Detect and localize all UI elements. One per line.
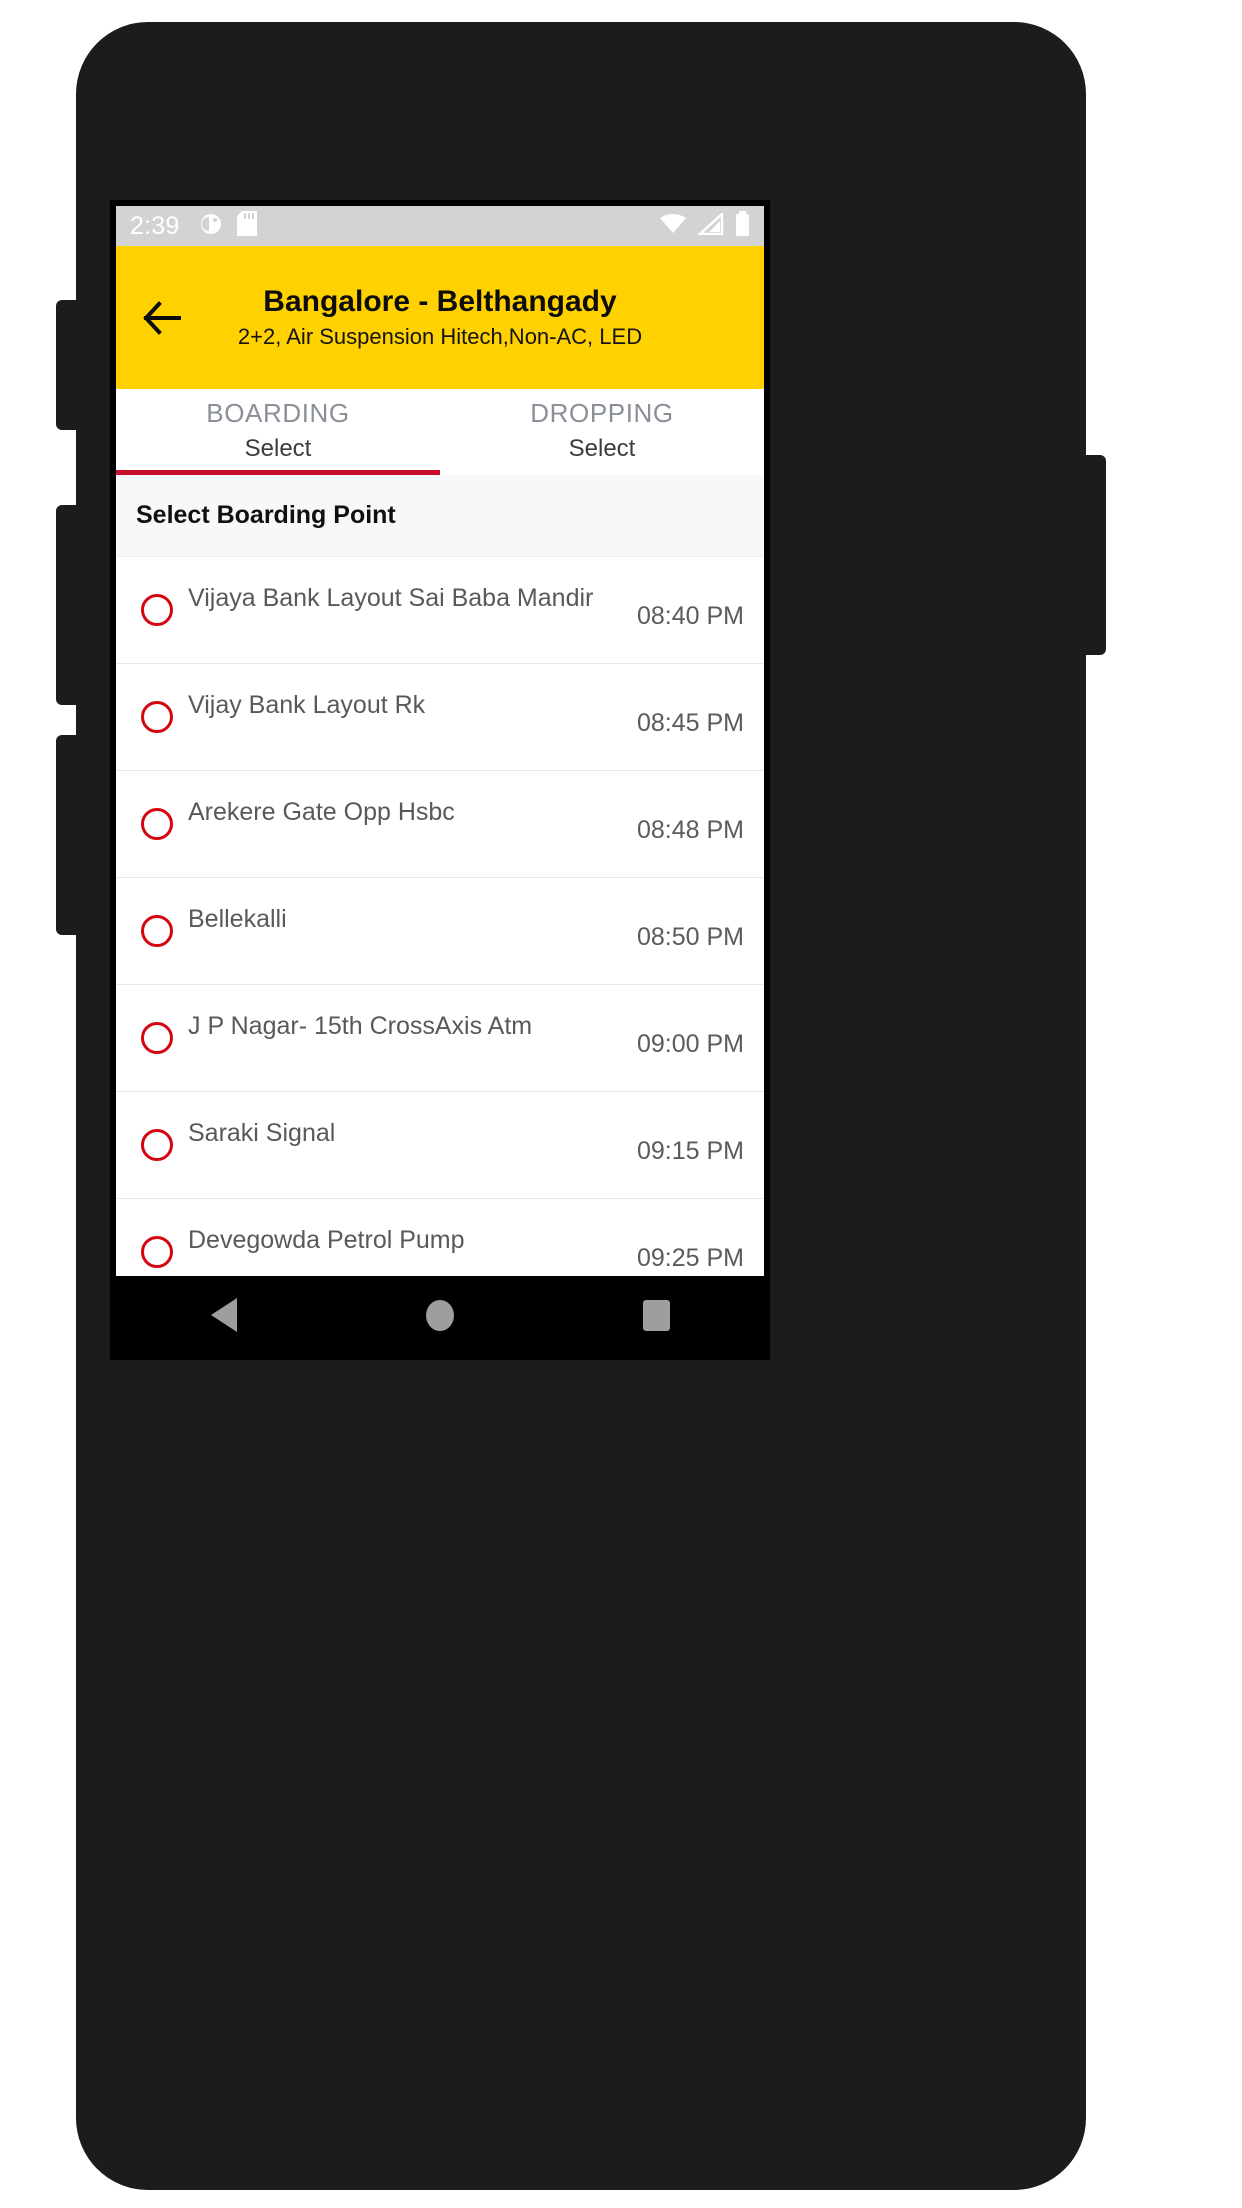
table-row[interactable]: Vijaya Bank Layout Sai Baba Mandir 08:40…: [116, 557, 764, 664]
phone-power-button[interactable]: [1080, 455, 1106, 655]
table-row[interactable]: Bellekalli 08:50 PM: [116, 878, 764, 985]
status-bar: 2:39: [116, 206, 764, 246]
tab-boarding[interactable]: BOARDING Select: [116, 389, 440, 475]
table-row[interactable]: J P Nagar- 15th CrossAxis Atm 09:00 PM: [116, 985, 764, 1092]
boarding-point-time: 08:50 PM: [636, 922, 744, 951]
tab-active-indicator: [116, 470, 440, 475]
back-button[interactable]: [140, 295, 186, 341]
wifi-icon: [659, 213, 687, 240]
nav-home-icon: [426, 1299, 454, 1331]
radio-button-icon[interactable]: [141, 701, 173, 733]
section-header: Select Boarding Point: [116, 475, 764, 557]
boarding-point-name: J P Nagar- 15th CrossAxis Atm: [188, 1011, 533, 1040]
status-bar-right-icons: [659, 210, 750, 241]
boarding-point-list: Vijaya Bank Layout Sai Baba Mandir 08:40…: [116, 557, 764, 1306]
phone-screen: 2:39 Bangalore - Belthangady 2+2, Air Su…: [110, 200, 770, 1360]
boarding-point-name: Vijaya Bank Layout Sai Baba Mandir: [188, 583, 594, 612]
radio-button-icon[interactable]: [141, 1129, 173, 1161]
boarding-point-name: Vijay Bank Layout Rk: [188, 690, 426, 719]
boarding-point-name: Saraki Signal: [188, 1118, 336, 1147]
tab-dropping-title: DROPPING: [530, 398, 674, 428]
table-row[interactable]: Saraki Signal 09:15 PM: [116, 1092, 764, 1199]
app-bar-titles: Bangalore - Belthangady 2+2, Air Suspens…: [116, 283, 764, 352]
nav-recents-icon: [642, 1299, 670, 1331]
boarding-point-time: 09:00 PM: [636, 1029, 744, 1058]
radio-button-icon[interactable]: [141, 594, 173, 626]
sd-card-icon: [237, 211, 258, 241]
boarding-point-name: Bellekalli: [188, 904, 287, 933]
boarding-point-time: 08:40 PM: [636, 601, 744, 630]
radio-button-icon[interactable]: [141, 808, 173, 840]
tab-bar: BOARDING Select DROPPING Select: [116, 389, 764, 475]
nav-back-icon: [211, 1298, 237, 1332]
tab-dropping[interactable]: DROPPING Select: [440, 389, 764, 475]
bus-type-subtitle: 2+2, Air Suspension Hitech,Non-AC, LED: [237, 324, 643, 350]
tab-boarding-title: BOARDING: [206, 398, 350, 428]
boarding-point-name: Devegowda Petrol Pump: [188, 1225, 465, 1254]
status-bar-left-icons: [199, 211, 258, 241]
page-title: Bangalore - Belthangady: [263, 284, 617, 318]
radio-button-icon[interactable]: [141, 915, 173, 947]
boarding-point-time: 08:45 PM: [636, 708, 744, 737]
battery-icon: [735, 211, 750, 241]
status-bar-clock: 2:39: [130, 211, 180, 240]
nav-back-button[interactable]: [184, 1285, 264, 1345]
back-arrow-icon: [143, 300, 181, 335]
phone-side-button-1[interactable]: [56, 300, 82, 430]
cellular-signal-icon: [696, 210, 724, 240]
app-bar: Bangalore - Belthangady 2+2, Air Suspens…: [116, 246, 764, 389]
android-navigation-bar: [116, 1276, 764, 1354]
app-notification-icon: [199, 212, 223, 241]
boarding-point-time: 08:48 PM: [636, 815, 744, 844]
tab-dropping-value: Select: [568, 434, 636, 462]
tab-boarding-value: Select: [244, 434, 312, 462]
table-row[interactable]: Arekere Gate Opp Hsbc 08:48 PM: [116, 771, 764, 878]
nav-recents-button[interactable]: [616, 1285, 696, 1345]
radio-button-icon[interactable]: [141, 1236, 173, 1268]
phone-volume-down-button[interactable]: [56, 735, 82, 935]
section-header-label: Select Boarding Point: [136, 501, 396, 529]
screen-content: 2:39 Bangalore - Belthangady 2+2, Air Su…: [116, 206, 764, 1354]
boarding-point-time: 09:15 PM: [636, 1136, 744, 1165]
boarding-point-time: 09:25 PM: [636, 1243, 744, 1272]
table-row[interactable]: Vijay Bank Layout Rk 08:45 PM: [116, 664, 764, 771]
nav-home-button[interactable]: [400, 1285, 480, 1345]
radio-button-icon[interactable]: [141, 1022, 173, 1054]
phone-volume-up-button[interactable]: [56, 505, 82, 705]
boarding-point-name: Arekere Gate Opp Hsbc: [188, 797, 455, 826]
